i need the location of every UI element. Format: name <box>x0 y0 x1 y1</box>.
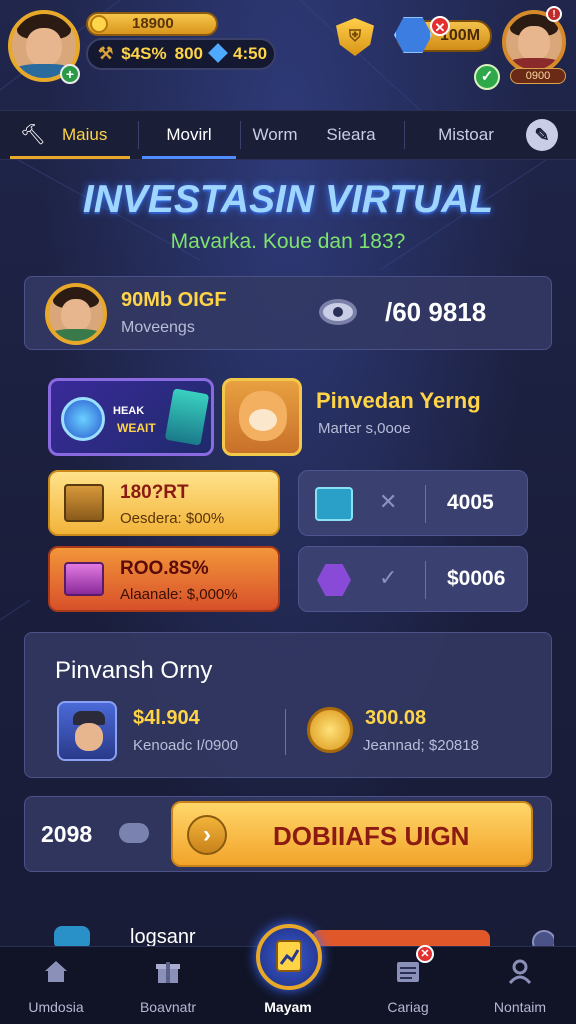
investment-1-subtitle: Kenoadc I/0900 <box>133 737 239 754</box>
partial-label: logsanr <box>130 926 196 946</box>
center-invest-button[interactable] <box>256 924 322 990</box>
action-row: 2098 › DOBIIAFS UIGN <box>24 796 552 872</box>
hammer-icon: ⚒ <box>98 44 114 63</box>
dog-icon <box>239 391 287 441</box>
profile-name: 90Mb OIGF <box>121 289 227 311</box>
page-title: INVESTASIN VIRTUAL <box>82 178 494 221</box>
profile-value: /60 9818 <box>385 297 487 327</box>
hammer-tab-icon: 🔨︎ <box>20 124 46 146</box>
side-value-1: 4005 <box>447 491 494 514</box>
gift-icon <box>156 962 180 983</box>
add-icon[interactable]: + <box>60 64 80 84</box>
arrow-icon: › <box>187 815 227 855</box>
check-mark-icon[interactable]: ✓ <box>379 565 397 591</box>
tool-icon <box>164 388 210 446</box>
opponent-badge: 0900 <box>510 68 566 84</box>
action-amount: 2098 <box>41 821 93 847</box>
profile-card[interactable]: 90Mb OIGF Moveengs /60 9818 <box>24 276 552 350</box>
tab-label: Mistoar <box>438 125 494 144</box>
nav-item-profile[interactable]: Nontaim <box>472 947 568 1024</box>
wrench-icon[interactable]: ✎ <box>526 119 558 151</box>
nav-item-gift[interactable]: Boavnatr <box>120 947 216 1024</box>
key-icon <box>61 397 105 441</box>
stat-money: $4S% <box>121 44 167 63</box>
chest-icon <box>64 562 104 596</box>
side-value-2: $0006 <box>447 567 506 590</box>
investment-2-value: 300.08 <box>365 707 427 729</box>
invest-button[interactable]: › DOBIIAFS UIGN <box>171 801 533 867</box>
coin-balance-value: 18900 <box>132 15 174 32</box>
chip-icon <box>315 487 353 521</box>
notification-icon[interactable]: ! <box>546 6 562 22</box>
profile-avatar <box>45 283 107 345</box>
gem-icon <box>208 43 228 63</box>
tile-label-1: HEAK <box>113 405 145 417</box>
eye-icon[interactable] <box>319 299 357 325</box>
page-subtitle: Mavarka. Koue dan 183? <box>170 230 406 253</box>
coin-icon <box>90 15 108 33</box>
tab-label: Sieara <box>326 125 376 144</box>
close-icon[interactable]: ✕ <box>430 16 450 36</box>
offer-2-subtitle: Alaanale: $,000% <box>120 586 238 603</box>
offer-1-subtitle: Oesdera: $00% <box>120 510 225 527</box>
investment-title: Pinvansh Orny <box>55 657 213 684</box>
nav-alert-icon: ✕ <box>416 945 434 963</box>
tab-worm[interactable]: Worm <box>242 111 308 159</box>
side-value-card-2[interactable]: ✓ $0006 <box>298 546 528 612</box>
tab-sieara[interactable]: Sieara <box>316 111 386 159</box>
cloud-icon <box>119 823 149 843</box>
investment-panel: Pinvansh Orny $4l.904 Kenoadc I/0900 300… <box>24 632 552 778</box>
pet-tile[interactable] <box>222 378 302 456</box>
nav-label: Cariag <box>387 999 429 1015</box>
tab-maius[interactable]: 🔨︎ Maius <box>10 111 130 159</box>
top-bar: + 18900 ⚒ $4S% 800 4:50 ⛨ 100M ✕ ! ✓ 0900 <box>0 0 576 108</box>
investment-1-value: $4l.904 <box>133 707 200 729</box>
tab-movirl[interactable]: Movirl <box>142 111 236 159</box>
profile-icon <box>508 959 532 985</box>
invest-icon <box>276 940 302 972</box>
stat-gems: 4:50 <box>233 44 268 63</box>
tab-label: Worm <box>252 125 298 144</box>
swap-icon[interactable]: ✕ <box>379 489 397 515</box>
nav-label: Nontaim <box>493 999 547 1015</box>
gold-coin-icon <box>307 707 353 753</box>
nav-label: Umdosia <box>28 999 84 1015</box>
settings-icon[interactable] <box>532 930 554 946</box>
tab-label: Maius <box>62 125 108 144</box>
check-icon[interactable]: ✓ <box>474 64 500 90</box>
nav-label: Boavnatr <box>139 999 197 1015</box>
side-value-card-1[interactable]: ✕ 4005 <box>298 470 528 536</box>
partial-button[interactable] <box>312 930 490 946</box>
invest-button-label: DOBIIAFS UIGN <box>273 821 470 851</box>
featured-title: Pinvedan Yerng <box>316 388 481 413</box>
featured-subtitle: Marter s,0ooe <box>318 420 411 437</box>
stat-count: 800 <box>174 44 203 63</box>
tab-label: Movirl <box>166 125 212 144</box>
tab-bar: 🔨︎ Maius Movirl Worm Sieara Mistoar ✎ <box>0 110 576 160</box>
nav-item-home[interactable]: Umdosia <box>8 947 104 1024</box>
list-icon <box>397 962 419 982</box>
offer-card-2[interactable]: ROO.8S% Alaanale: $,000% <box>48 546 280 612</box>
shield-icon[interactable]: ⛨ <box>336 18 374 56</box>
investor-avatar[interactable] <box>57 701 117 761</box>
crate-icon <box>64 484 104 522</box>
featured-item-tile[interactable]: HEAK WEAIT <box>48 378 214 456</box>
investment-2-subtitle: Jeannad; $20818 <box>363 737 479 754</box>
profile-subtitle: Moveengs <box>121 319 195 336</box>
home-icon <box>45 961 67 982</box>
tab-mistoar[interactable]: Mistoar <box>426 111 506 159</box>
offer-2-title: ROO.8S% <box>120 558 209 579</box>
nav-item-list[interactable]: ✕ Cariag <box>360 945 456 1024</box>
offer-card-1[interactable]: 180?RT Oesdera: $00% <box>48 470 280 536</box>
stats-bar: ⚒ $4S% 800 4:50 <box>86 38 276 70</box>
tile-label-2: WEAIT <box>117 421 156 435</box>
offer-1-title: 180?RT <box>120 482 189 503</box>
hex-icon <box>317 564 351 596</box>
coin-balance[interactable]: 18900 <box>86 12 218 36</box>
nav-label: Mayam <box>264 999 312 1015</box>
partial-icon <box>54 926 90 946</box>
